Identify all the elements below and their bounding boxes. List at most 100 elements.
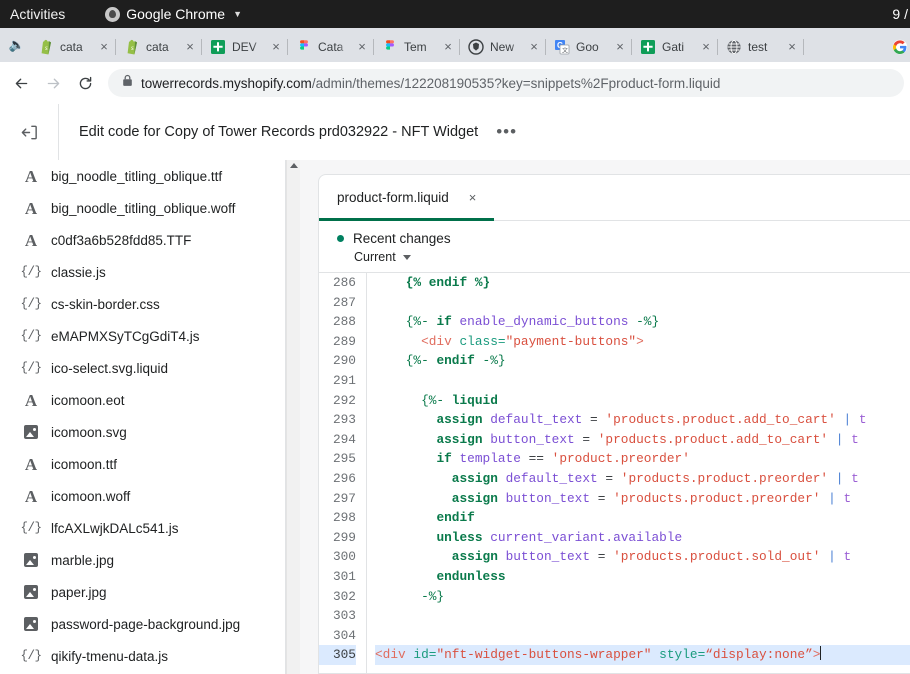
more-actions-button[interactable]: ••• — [496, 127, 517, 137]
file-list-item[interactable]: Ac0df3a6b528fdd85.TTF — [0, 224, 300, 256]
code-line[interactable]: endunless — [375, 567, 910, 587]
code-token: t — [851, 432, 859, 447]
file-list-item[interactable]: marble.jpg — [0, 544, 300, 576]
image-file-icon — [22, 553, 40, 567]
close-icon[interactable]: × — [612, 39, 628, 55]
file-list-item[interactable]: {/}cs-skin-border.css — [0, 288, 300, 320]
version-select-value: Current — [354, 250, 396, 264]
code-line[interactable] — [375, 606, 910, 626]
close-icon[interactable]: × — [526, 39, 542, 55]
file-list-item[interactable]: paper.jpg — [0, 576, 300, 608]
scroll-up-arrow-icon[interactable] — [290, 163, 298, 168]
code-line[interactable] — [375, 293, 910, 313]
google-translate-icon: G文 — [554, 39, 570, 55]
file-list-item[interactable]: {/}qikify-tmenu-data.js — [0, 640, 300, 672]
browser-tab[interactable]: s cata × — [116, 32, 202, 62]
line-number: 305 — [319, 645, 356, 665]
green-cross-icon — [640, 39, 656, 55]
file-name: password-page-background.jpg — [51, 617, 240, 632]
close-icon[interactable]: × — [698, 39, 714, 55]
file-list-item[interactable]: password-page-background.jpg — [0, 608, 300, 640]
system-clock[interactable]: 9 / — [892, 6, 908, 22]
browser-tab-title: cata — [146, 40, 176, 54]
code-token: if — [436, 314, 459, 329]
code-line[interactable]: {%- if enable_dynamic_buttons -%} — [375, 312, 910, 332]
code-line[interactable]: unless current_variant.available — [375, 528, 910, 548]
file-list-item[interactable]: icomoon.svg — [0, 416, 300, 448]
code-token: style= — [659, 647, 705, 662]
file-list-item[interactable]: {/}classie.js — [0, 256, 300, 288]
code-token — [375, 510, 436, 525]
active-app-menu[interactable]: Google Chrome ▼ — [105, 6, 242, 22]
reload-button[interactable] — [70, 68, 100, 98]
close-icon[interactable]: × — [268, 39, 284, 55]
file-name: big_noodle_titling_oblique.ttf — [51, 169, 222, 184]
code-line[interactable]: assign default_text = 'products.product.… — [375, 410, 910, 430]
browser-tab[interactable]: test × — [718, 32, 804, 62]
line-number: 301 — [319, 567, 356, 587]
code-token — [375, 530, 436, 545]
close-icon[interactable]: × — [354, 39, 370, 55]
code-line[interactable]: -%} — [375, 587, 910, 607]
code-token: | — [820, 549, 843, 564]
code-token: "payment-buttons" — [506, 334, 637, 349]
code-token — [375, 432, 436, 447]
close-icon[interactable]: × — [469, 190, 477, 205]
code-content[interactable]: {% endif %} {%- if enable_dynamic_button… — [367, 273, 910, 673]
code-area[interactable]: 2862872882892902912922932942952962972982… — [319, 273, 910, 673]
file-list-item[interactable]: {/}eMAPMXSyTCgGdiT4.js — [0, 320, 300, 352]
browser-tab-title: test — [748, 40, 778, 54]
speaker-icon[interactable]: 🔈 — [4, 28, 30, 62]
address-bar[interactable]: towerrecords.myshopify.com/admin/themes/… — [108, 69, 904, 97]
file-list-item[interactable]: Abig_noodle_titling_oblique.ttf — [0, 160, 300, 192]
file-list-item[interactable]: {/}ico-select.svg.liquid — [0, 352, 300, 384]
code-line[interactable]: {% endif %} — [375, 273, 910, 293]
browser-tab[interactable]: Cata × — [288, 32, 374, 62]
file-list-item[interactable]: Aicomoon.eot — [0, 384, 300, 416]
svg-text:s: s — [131, 44, 134, 52]
code-line[interactable]: <div class="payment-buttons"> — [375, 332, 910, 352]
status-dot-icon — [337, 235, 344, 242]
code-line[interactable] — [375, 371, 910, 391]
file-list-item[interactable]: {/}lfcAXLwjkDALc541.js — [0, 512, 300, 544]
code-line[interactable]: assign button_text = 'products.product.s… — [375, 547, 910, 567]
browser-tab-title: Goo — [576, 40, 606, 54]
close-icon[interactable]: × — [182, 39, 198, 55]
code-line[interactable]: assign button_text = 'products.product.p… — [375, 489, 910, 509]
code-line[interactable]: <div id="nft-widget-buttons-wrapper" sty… — [375, 645, 910, 665]
sidebar-scrollbar[interactable] — [286, 160, 300, 674]
browser-tab[interactable]: Tem × — [374, 32, 460, 62]
code-line[interactable]: {%- endif -%} — [375, 351, 910, 371]
code-file-icon: {/} — [22, 297, 40, 311]
browser-tab[interactable]: G文 Goo × — [546, 32, 632, 62]
code-line[interactable]: {%- liquid — [375, 391, 910, 411]
browser-tab[interactable]: Gati × — [632, 32, 718, 62]
code-token: t — [859, 412, 867, 427]
code-token: -%} — [475, 353, 506, 368]
back-button[interactable] — [6, 68, 36, 98]
code-line[interactable]: assign button_text = 'products.product.a… — [375, 430, 910, 450]
google-icon[interactable] — [892, 39, 908, 55]
browser-tab[interactable]: DEV × — [202, 32, 288, 62]
code-line[interactable] — [375, 626, 910, 646]
file-list-item[interactable]: Aicomoon.ttf — [0, 448, 300, 480]
close-icon[interactable]: × — [440, 39, 456, 55]
activities-button[interactable]: Activities — [10, 6, 65, 22]
shopify-icon: s — [124, 39, 140, 55]
code-token: = — [590, 549, 613, 564]
close-icon[interactable]: × — [96, 39, 112, 55]
file-list-item[interactable]: Abig_noodle_titling_oblique.woff — [0, 192, 300, 224]
browser-tab[interactable]: New × — [460, 32, 546, 62]
code-line[interactable]: if template == 'product.preorder' — [375, 449, 910, 469]
file-list-item[interactable]: Aicomoon.woff — [0, 480, 300, 512]
code-line[interactable]: assign default_text = 'products.product.… — [375, 469, 910, 489]
version-select[interactable]: Current — [354, 250, 892, 264]
code-line[interactable]: endif — [375, 508, 910, 528]
code-token: endif — [436, 510, 474, 525]
tab-product-form-liquid[interactable]: product-form.liquid × — [319, 175, 494, 220]
figma-icon — [296, 39, 312, 55]
recent-changes-label: Recent changes — [353, 231, 451, 246]
exit-arrow-icon[interactable] — [14, 117, 44, 147]
close-icon[interactable]: × — [784, 39, 800, 55]
browser-tab[interactable]: s cata × — [30, 32, 116, 62]
